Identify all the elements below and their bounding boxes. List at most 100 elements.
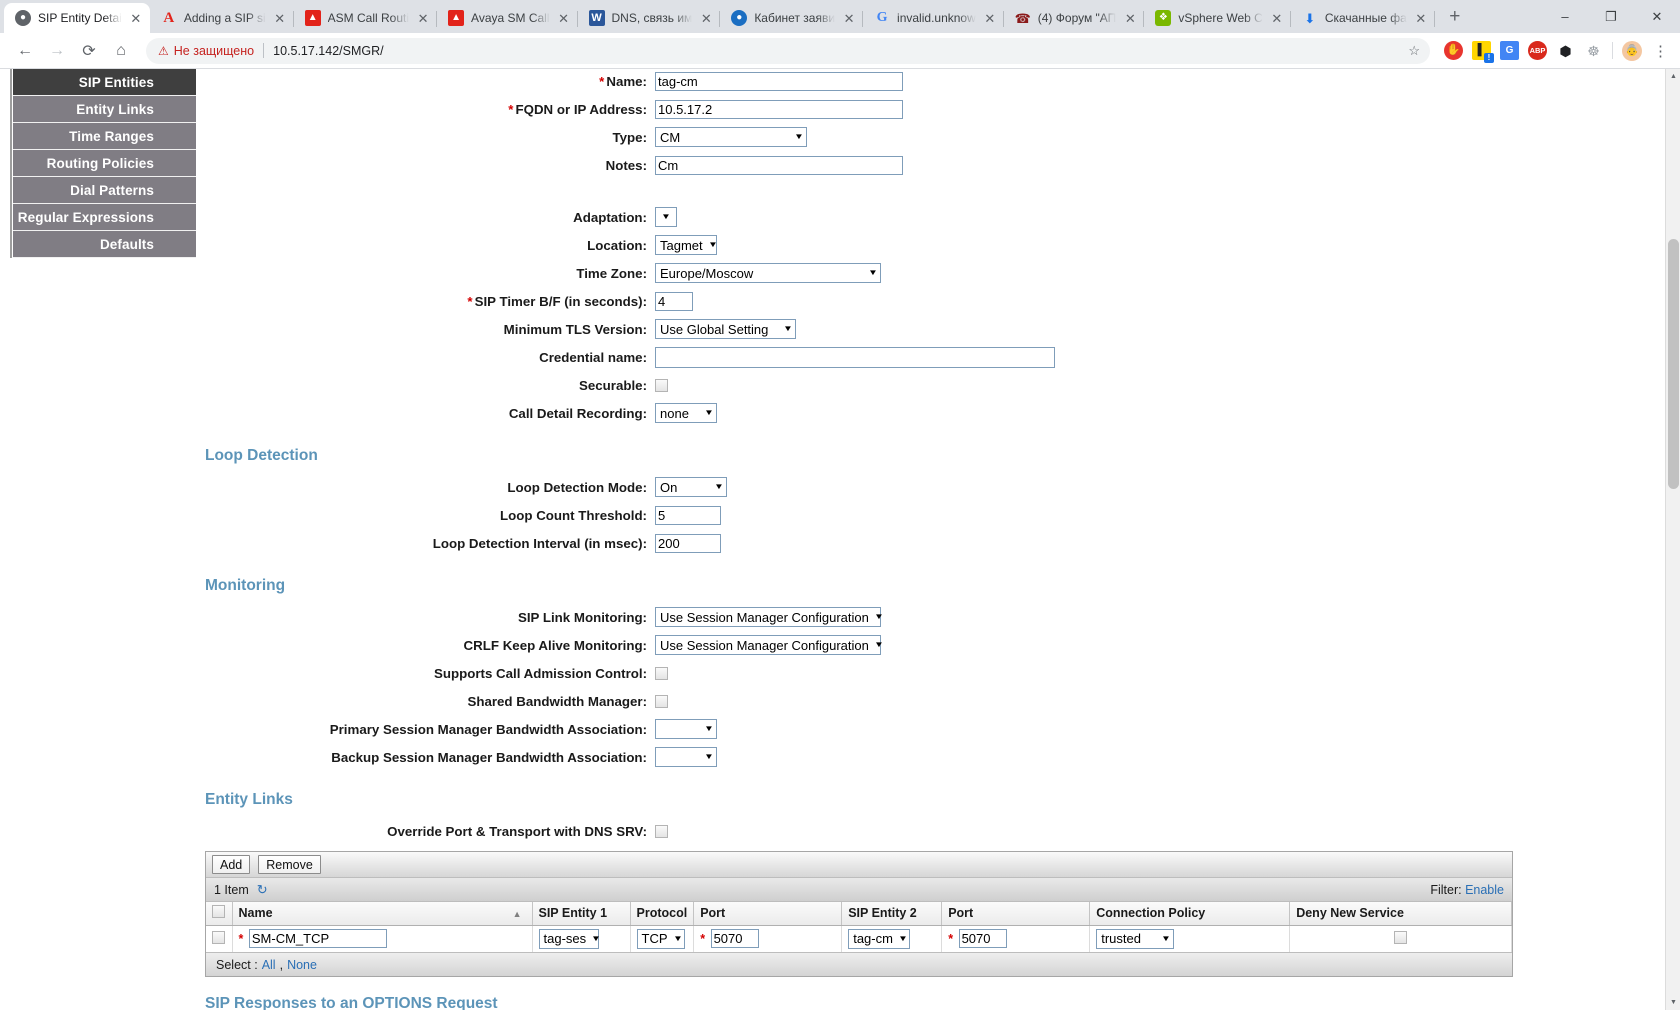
call-detail-recording-select[interactable]: none ▼ — [655, 403, 717, 423]
backup-sm-bandwidth-association-select[interactable]: ▼ — [655, 747, 717, 767]
browser-tab-kabinet[interactable]: ● Кабинет заяви ✕ — [720, 3, 863, 33]
google-translate-icon[interactable]: G — [1500, 41, 1519, 60]
name-input[interactable] — [655, 71, 903, 91]
sidebar-item-time-ranges[interactable]: Time Ranges — [13, 123, 196, 150]
forward-button[interactable]: → — [42, 36, 72, 66]
adaptation-select[interactable]: ▼ — [655, 207, 677, 227]
sip-entity-2-select[interactable]: tag-cm ▼ — [848, 928, 911, 949]
row-select-checkbox[interactable] — [212, 930, 226, 944]
select-value: none — [660, 405, 689, 421]
tab-close-icon[interactable]: ✕ — [983, 12, 997, 25]
tab-close-icon[interactable]: ✕ — [1270, 12, 1284, 25]
sidebar-item-entity-links[interactable]: Entity Links — [13, 96, 196, 123]
select-none-link[interactable]: None — [287, 958, 317, 972]
package-icon[interactable]: ⬢ — [1556, 41, 1575, 60]
maximize-button[interactable]: ❐ — [1588, 0, 1634, 33]
crlf-keep-alive-monitoring-select[interactable]: Use Session Manager Configuration ▼ — [655, 635, 884, 655]
protocol-select[interactable]: TCP ▼ — [636, 928, 685, 949]
yellow-note-icon[interactable]: ▌! — [1472, 41, 1494, 63]
primary-sm-bandwidth-association-select[interactable]: ▼ — [655, 719, 717, 739]
entity-link-name-input[interactable] — [248, 929, 387, 949]
column-header-port-1[interactable]: Port — [693, 902, 843, 926]
scroll-up-icon[interactable]: ▲ — [1666, 69, 1680, 84]
port-2-input[interactable] — [958, 929, 1007, 949]
not-secure-badge[interactable]: ⚠ Не защищено — [158, 44, 263, 58]
browser-tab-dns[interactable]: W DNS, связь им ✕ — [578, 3, 721, 33]
deny-new-service-checkbox[interactable] — [1394, 930, 1408, 944]
time-zone-select[interactable]: Europe/Moscow ▼ — [655, 263, 881, 283]
loop-detection-interval-input[interactable] — [655, 533, 721, 553]
browser-tab-sip-entity-details[interactable]: ● SIP Entity Detai ✕ — [4, 3, 150, 33]
sidebar-item-defaults[interactable]: Defaults — [13, 231, 196, 258]
port-1-input[interactable] — [710, 929, 759, 949]
tab-close-icon[interactable]: ✕ — [699, 12, 713, 25]
reload-button[interactable]: ⟳ — [74, 36, 104, 66]
minimum-tls-version-select[interactable]: Use Global Setting ▼ — [655, 319, 796, 339]
credential-name-input[interactable] — [655, 346, 1055, 368]
sidebar-item-regular-expressions[interactable]: Regular Expressions — [13, 204, 196, 231]
supports-call-admission-control-checkbox[interactable] — [655, 666, 668, 680]
tab-close-icon[interactable]: ✕ — [842, 12, 856, 25]
address-bar[interactable]: ⚠ Не защищено 10.5.17.142/SMGR/ ☆ — [146, 37, 1430, 64]
add-button[interactable]: Add — [212, 855, 251, 874]
close-window-button[interactable]: ✕ — [1634, 0, 1680, 33]
shared-bandwidth-manager-checkbox[interactable] — [655, 694, 668, 708]
column-header-sip-entity-1[interactable]: SIP Entity 1 — [532, 902, 631, 926]
column-header-deny-new-service[interactable]: Deny New Service — [1289, 902, 1512, 926]
column-header-protocol[interactable]: Protocol — [630, 902, 695, 926]
location-select[interactable]: Tagmet ▼ — [655, 235, 718, 255]
browser-tab-adding-a-sip[interactable]: A Adding a SIP si ✕ — [150, 3, 294, 33]
browser-tab-vsphere[interactable]: ❖ vSphere Web C ✕ — [1144, 3, 1291, 33]
type-select[interactable]: CM ▼ — [655, 127, 807, 147]
avaya-icon: ▲ — [448, 10, 465, 26]
browser-tab-forum[interactable]: ☎ (4) Форум "АП ✕ — [1004, 3, 1145, 33]
new-tab-button[interactable]: + — [1441, 3, 1469, 31]
tab-close-icon[interactable]: ✕ — [557, 12, 571, 25]
bookmark-star-icon[interactable]: ☆ — [1408, 43, 1420, 59]
tab-close-icon[interactable]: ✕ — [273, 12, 287, 25]
tab-close-icon[interactable]: ✕ — [129, 12, 143, 25]
sidebar-item-dial-patterns[interactable]: Dial Patterns — [13, 177, 196, 204]
column-header-port-2[interactable]: Port — [941, 902, 1091, 926]
tab-close-icon[interactable]: ✕ — [1123, 12, 1137, 25]
filter-enable-link[interactable]: Enable — [1465, 883, 1504, 897]
chrome-menu-icon[interactable]: ⋮ — [1651, 42, 1670, 60]
notes-input[interactable] — [655, 155, 903, 175]
sip-entity-1-select[interactable]: tag-ses ▼ — [538, 928, 601, 949]
tab-close-icon[interactable]: ✕ — [1414, 12, 1428, 25]
select-all-link[interactable]: All — [262, 958, 276, 972]
back-button[interactable]: ← — [10, 36, 40, 66]
adblock-plus-icon[interactable]: ABP — [1528, 41, 1547, 60]
avatar[interactable]: 👵 — [1622, 40, 1642, 61]
sidebar-item-sip-entities[interactable]: SIP Entities — [13, 69, 196, 96]
browser-tab-invalid-unknown[interactable]: G invalid.unknow ✕ — [863, 3, 1004, 33]
loop-detection-mode-select[interactable]: On ▼ — [655, 477, 727, 497]
globe-extension-icon[interactable]: ☸ — [1584, 41, 1603, 60]
vertical-scrollbar[interactable]: ▲ ▼ — [1665, 69, 1680, 1010]
browser-tab-downloads[interactable]: ⬇ Скачанные фа ✕ — [1291, 3, 1435, 33]
fqdn-or-ip-address-input[interactable] — [655, 99, 903, 119]
scrollbar-thumb[interactable] — [1668, 239, 1679, 489]
opera-vpn-icon[interactable]: ✋ — [1444, 41, 1463, 60]
remove-button[interactable]: Remove — [258, 855, 321, 874]
loop-count-threshold-input[interactable] — [655, 505, 721, 525]
browser-tab-avaya-sm-call[interactable]: ▲ Avaya SM Call ✕ — [437, 3, 579, 33]
refresh-icon[interactable]: ↻ — [257, 882, 268, 898]
sip-link-monitoring-select[interactable]: Use Session Manager Configuration ▼ — [655, 607, 884, 627]
browser-tab-asm-call-routing[interactable]: ▲ ASM Call Routi ✕ — [294, 3, 438, 33]
column-header-connection-policy[interactable]: Connection Policy — [1089, 902, 1291, 926]
sidebar-item-routing-policies[interactable]: Routing Policies — [13, 150, 196, 177]
cell-protocol: TCP ▼ — [630, 925, 695, 952]
tab-close-icon[interactable]: ✕ — [416, 12, 430, 25]
column-header-name[interactable]: Name ▲ — [232, 902, 533, 926]
minimize-button[interactable]: – — [1542, 0, 1588, 33]
connection-policy-select[interactable]: trusted ▼ — [1096, 928, 1175, 949]
securable-checkbox[interactable] — [655, 378, 668, 392]
select-all-checkbox[interactable] — [212, 905, 225, 919]
column-header-sip-entity-2[interactable]: SIP Entity 2 — [841, 902, 943, 926]
home-button[interactable]: ⌂ — [106, 36, 136, 66]
vmware-icon: ❖ — [1155, 10, 1172, 26]
scroll-down-icon[interactable]: ▼ — [1666, 995, 1680, 1010]
sip-timer-bf-input[interactable] — [655, 291, 693, 311]
override-port-transport-dns-srv-checkbox[interactable] — [655, 824, 668, 838]
